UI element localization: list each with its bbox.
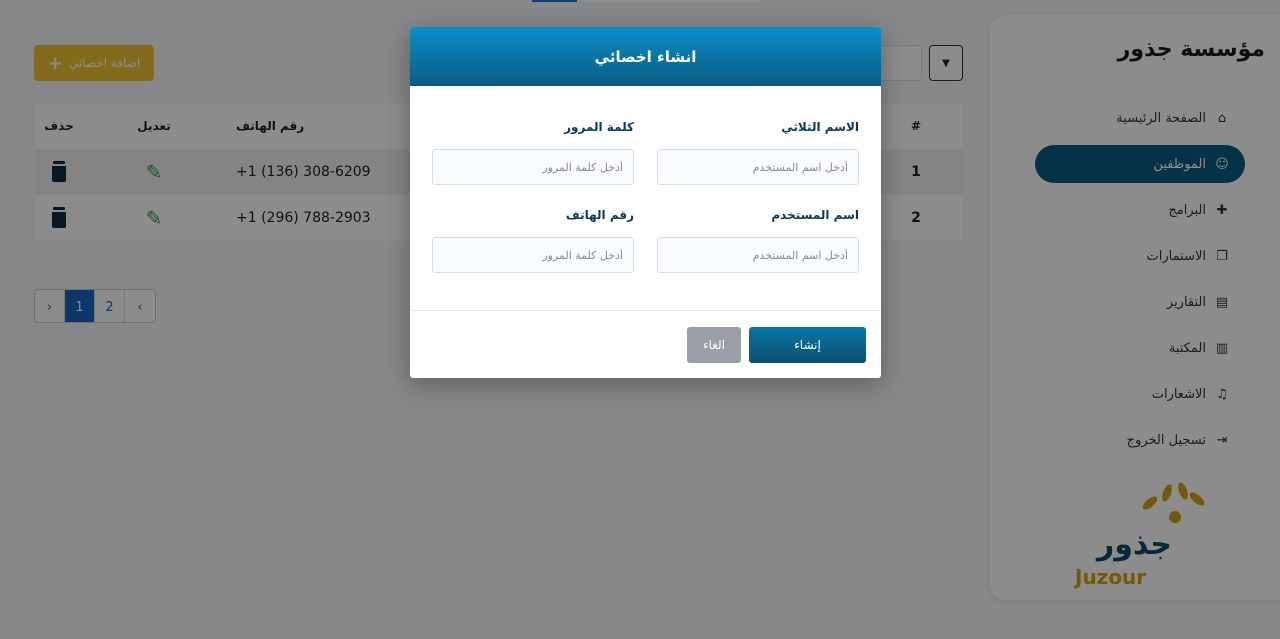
create-button[interactable]: إنشاء [749,327,866,363]
password-label: كلمة المرور [564,120,634,134]
full-name-field: الاسم الثلاثي [657,120,859,185]
password-input[interactable] [432,149,634,185]
phone-input[interactable] [432,237,634,273]
username-field: اسم المستخدم [657,208,859,273]
cancel-button[interactable]: الغاء [687,327,741,363]
modal-footer: إنشاء الغاء [410,310,881,378]
full-name-input[interactable] [657,149,859,185]
modal-header: انشاء اخصائي [410,27,881,86]
password-field: كلمة المرور [432,120,634,185]
modal-title: انشاء اخصائي [594,47,697,66]
full-name-label: الاسم الثلاثي [781,120,859,134]
username-input[interactable] [657,237,859,273]
phone-field: رقم الهاتف [432,208,634,273]
create-specialist-modal: انشاء اخصائي الاسم الثلاثي كلمة المرور ا… [410,27,881,378]
username-label: اسم المستخدم [771,208,859,222]
phone-label: رقم الهاتف [565,208,634,222]
